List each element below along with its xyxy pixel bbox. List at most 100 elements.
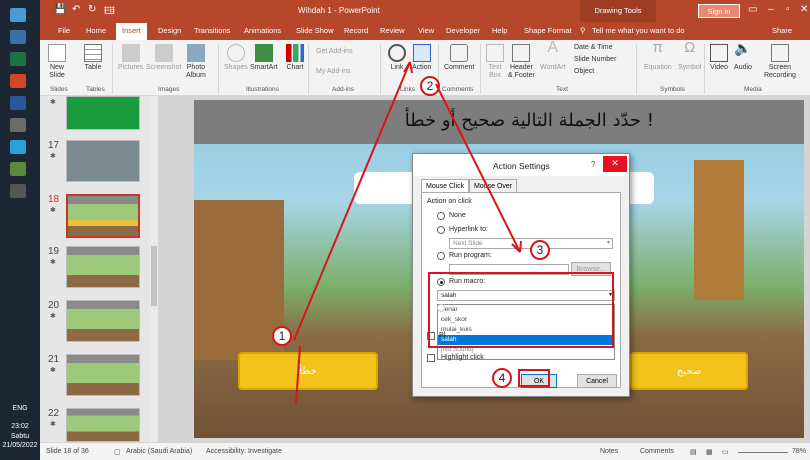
start-from-beginning-icon[interactable]: 🖽 bbox=[104, 4, 115, 21]
share-button[interactable]: Share bbox=[772, 26, 792, 35]
screen-recording-button[interactable]: Screen Recording bbox=[764, 44, 796, 80]
zoom-level[interactable]: 78% bbox=[792, 448, 806, 455]
tab-help[interactable]: Help bbox=[492, 26, 507, 35]
tab-review[interactable]: Review bbox=[380, 26, 405, 35]
shapes-icon bbox=[226, 44, 245, 62]
radio-hyperlink[interactable] bbox=[437, 226, 445, 234]
highlight-click-checkbox[interactable] bbox=[427, 354, 435, 362]
video-button[interactable]: Video bbox=[710, 44, 728, 72]
tab-home[interactable]: Home bbox=[86, 26, 106, 35]
slide-thumbnail-19[interactable] bbox=[66, 246, 140, 288]
audio-button[interactable]: 🔈 Audio bbox=[734, 41, 752, 72]
ribbon-display-icon[interactable]: ▭ bbox=[748, 4, 757, 15]
tray-time[interactable]: 23:02 bbox=[0, 422, 40, 431]
accessibility-status[interactable]: Accessibility: Investigate bbox=[206, 448, 282, 455]
tab-shape-format[interactable]: Shape Format bbox=[524, 26, 572, 35]
date-time-button[interactable]: Date & Time bbox=[574, 44, 613, 52]
tab-design[interactable]: Design bbox=[158, 26, 181, 35]
slide-thumbnail-17[interactable] bbox=[66, 140, 140, 182]
screenshot-button[interactable]: Screenshot bbox=[146, 44, 181, 72]
slide-thumbnail-20[interactable] bbox=[66, 300, 140, 342]
symbol-button[interactable]: Ω Symbol bbox=[678, 40, 701, 72]
help-icon[interactable]: ? bbox=[591, 160, 595, 169]
tell-me-search[interactable]: Tell me what you want to do bbox=[592, 26, 685, 35]
slide-number-button[interactable]: Slide Number bbox=[574, 56, 616, 64]
tab-slide-show[interactable]: Slide Show bbox=[296, 26, 334, 35]
redo-icon[interactable]: ↻ bbox=[88, 4, 96, 15]
false-answer-button[interactable]: خطأ bbox=[238, 352, 378, 390]
powerpoint-taskbar-icon[interactable] bbox=[10, 74, 26, 88]
word-taskbar-icon[interactable] bbox=[10, 96, 26, 110]
zoom-slider[interactable] bbox=[738, 452, 788, 453]
chart-button[interactable]: Chart bbox=[286, 44, 304, 72]
pi-icon: π bbox=[652, 39, 663, 56]
slide-thumbnail-18[interactable] bbox=[66, 194, 140, 238]
comment-button[interactable]: Comment bbox=[444, 44, 474, 72]
tray-date: 21/05/2022 bbox=[2, 442, 38, 449]
chrome-taskbar-icon[interactable] bbox=[10, 140, 26, 154]
app3-taskbar-icon[interactable] bbox=[10, 184, 26, 198]
tab-view[interactable]: View bbox=[418, 26, 434, 35]
get-addins-button[interactable]: Get Add-ins bbox=[316, 48, 353, 56]
slide-sorter-icon[interactable]: ▦ bbox=[706, 448, 713, 456]
text-box-button[interactable]: Text Box bbox=[486, 44, 504, 80]
object-button[interactable]: Object bbox=[574, 68, 594, 76]
true-answer-button[interactable]: صحيح bbox=[630, 352, 748, 390]
spelling-icon[interactable]: ▢ bbox=[114, 448, 121, 456]
tab-mouse-click[interactable]: Mouse Click bbox=[421, 179, 470, 193]
app2-taskbar-icon[interactable] bbox=[10, 162, 26, 176]
scrollbar-thumb[interactable] bbox=[151, 246, 157, 306]
pictures-button[interactable]: Pictures bbox=[118, 44, 143, 72]
app-taskbar-icon[interactable] bbox=[10, 118, 26, 132]
equation-button[interactable]: π Equation bbox=[644, 39, 672, 72]
slide-thumbnail-21[interactable] bbox=[66, 354, 140, 396]
language-status[interactable]: Arabic (Saudi Arabia) bbox=[126, 448, 192, 455]
tab-record[interactable]: Record bbox=[344, 26, 368, 35]
new-slide-button[interactable]: New Slide bbox=[48, 44, 66, 80]
header-footer-button[interactable]: Header & Footer bbox=[508, 44, 535, 80]
reading-view-icon[interactable]: ▭ bbox=[722, 448, 729, 456]
tab-animations[interactable]: Animations bbox=[244, 26, 281, 35]
minimize-icon[interactable]: – bbox=[768, 4, 774, 15]
group-comments-label: Comments bbox=[442, 86, 474, 93]
radio-run-program[interactable] bbox=[437, 252, 445, 260]
start-icon[interactable] bbox=[10, 8, 26, 22]
undo-icon[interactable]: ↶ bbox=[72, 4, 80, 15]
thumbnail-scrollbar[interactable] bbox=[150, 96, 158, 442]
tray-language[interactable]: ENG bbox=[0, 404, 40, 413]
pictures-icon bbox=[121, 44, 140, 62]
tab-file[interactable]: File bbox=[58, 26, 70, 35]
tab-insert[interactable]: Insert bbox=[116, 23, 147, 40]
action-button[interactable]: Action bbox=[412, 44, 431, 72]
slide-thumbnail-22[interactable] bbox=[66, 408, 140, 442]
smartart-button[interactable]: SmartArt bbox=[250, 44, 278, 72]
shapes-button[interactable]: Shapes bbox=[224, 44, 248, 72]
slide-number-19: 19 bbox=[48, 246, 60, 257]
photo-album-button[interactable]: Photo Album bbox=[186, 44, 206, 80]
dialog-title: Action Settings bbox=[493, 161, 550, 171]
tab-mouse-over[interactable]: Mouse Over bbox=[469, 179, 518, 193]
my-addins-button[interactable]: My Add-ins bbox=[316, 68, 351, 76]
link-button[interactable]: Link bbox=[388, 44, 406, 72]
excel-taskbar-icon[interactable] bbox=[10, 52, 26, 66]
sign-in-button[interactable]: Sign in bbox=[698, 4, 740, 18]
question-text[interactable]: حدّد الجملة التالية صحيح أو خطأ ! bbox=[194, 110, 804, 131]
tab-transitions[interactable]: Transitions bbox=[194, 26, 230, 35]
table-button[interactable]: Table bbox=[84, 44, 102, 72]
separator bbox=[380, 44, 381, 94]
maximize-icon[interactable]: ▫ bbox=[786, 4, 790, 15]
save-icon[interactable]: 💾 bbox=[54, 4, 66, 15]
transition-star-icon: ✱ bbox=[50, 99, 56, 106]
tab-developer[interactable]: Developer bbox=[446, 26, 480, 35]
cancel-button[interactable]: Cancel bbox=[577, 374, 617, 388]
dialog-close-button[interactable]: ✕ bbox=[603, 156, 627, 172]
slide-thumbnail-16[interactable] bbox=[66, 96, 140, 130]
notes-button[interactable]: Notes bbox=[600, 448, 618, 455]
normal-view-icon[interactable]: ▤ bbox=[690, 448, 697, 456]
radio-none[interactable] bbox=[437, 212, 445, 220]
tell-me-icon[interactable]: ⚲ bbox=[580, 26, 586, 35]
comments-button[interactable]: Comments bbox=[640, 448, 674, 455]
close-icon[interactable]: ✕ bbox=[800, 4, 808, 15]
wordart-button[interactable]: A WordArt bbox=[540, 40, 566, 72]
task-view-icon[interactable] bbox=[10, 30, 26, 44]
